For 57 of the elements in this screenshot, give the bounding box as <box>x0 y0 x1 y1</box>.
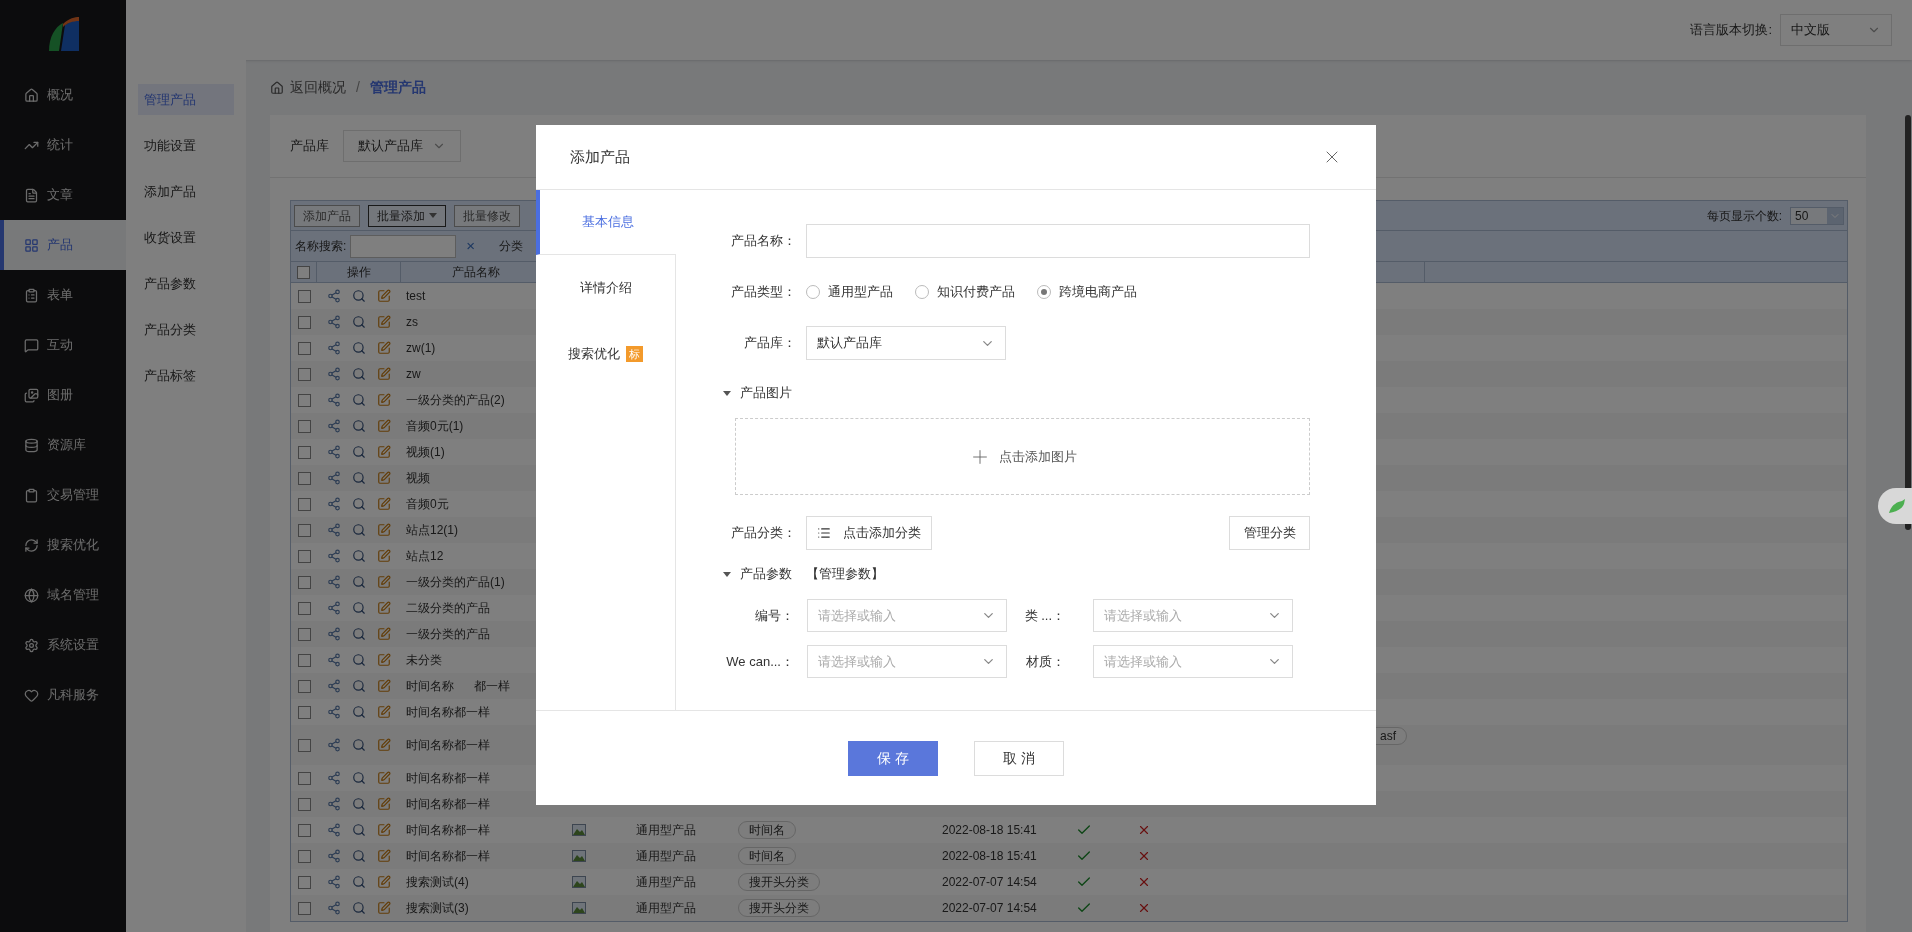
section-title: 产品图片 <box>740 384 792 403</box>
column-header: 操作 <box>346 264 371 281</box>
product-name: 视频(1) <box>406 445 445 459</box>
product-name: test <box>406 289 426 303</box>
product-type: 通用型产品 <box>636 849 696 863</box>
product-name: 一级分类的产品(1) <box>406 575 505 589</box>
product-name: 时间名称都一样 <box>406 771 490 785</box>
filter-label: 产品库 <box>290 137 329 156</box>
product-name: 搜索测试(4) <box>406 875 469 889</box>
product-name: 时间名称都一样 <box>406 823 490 837</box>
category-tag: 时间名 <box>738 821 796 839</box>
product-name: 站点12 <box>406 549 444 563</box>
product-type: 通用型产品 <box>636 901 696 915</box>
tab-badge: 标 <box>626 346 643 362</box>
product-name: 站点12(1) <box>406 523 458 537</box>
category-tag: 时间名 <box>738 847 796 865</box>
page-size-label: 每页显示个数: <box>1706 207 1782 225</box>
category-label: 分类 <box>499 238 524 255</box>
dialog-title: 添加产品 <box>570 146 630 167</box>
param-label: 编号： <box>754 606 794 625</box>
product-name: 时间名称都一样 <box>406 738 490 752</box>
field-label: 产品分类： <box>730 524 796 543</box>
product-name: 视频 <box>406 471 430 485</box>
breadcrumb-current: 管理产品 <box>369 78 426 97</box>
product-name: 未分类 <box>406 653 442 667</box>
product-name: zs <box>406 315 418 329</box>
product-name: 时间名称都一样 <box>406 797 490 811</box>
field-label: 产品库： <box>743 334 796 353</box>
product-type: 通用型产品 <box>636 823 696 837</box>
category-tag: 搜开头分类 <box>738 899 820 917</box>
date-text: 2022-07-07 14:54 <box>942 901 1037 915</box>
product-name: 一级分类的产品(2) <box>406 393 505 407</box>
product-name: 一级分类的产品 <box>406 627 490 641</box>
column-header: 产品名称 <box>451 264 500 281</box>
category-tag: 搜开头分类 <box>738 873 820 891</box>
product-name: 二级分类的产品 <box>406 601 490 615</box>
product-name: 音频0元 <box>406 497 449 511</box>
product-name: 时间名称都一样 <box>406 849 490 863</box>
breadcrumb-separator: / <box>355 78 361 97</box>
product-name: 时间名称 都一样 <box>406 679 510 693</box>
field-label: 产品类型： <box>730 283 796 302</box>
product-name: zw <box>406 367 421 381</box>
product-name: 搜索测试(3) <box>406 901 469 915</box>
param-label: 材质： <box>1025 652 1065 671</box>
search-label: 名称搜索: <box>295 238 347 255</box>
field-label: 产品名称： <box>730 232 796 251</box>
date-text: 2022-07-07 14:54 <box>942 875 1037 889</box>
param-label: We can...： <box>725 652 794 671</box>
date-text: 2022-08-18 15:41 <box>942 849 1037 863</box>
section-title: 产品参数 <box>740 565 792 584</box>
date-text: 2022-08-18 15:41 <box>942 823 1037 837</box>
product-name: 时间名称都一样 <box>406 705 490 719</box>
param-label: 类 ...： <box>1023 606 1065 625</box>
product-name: 音频0元(1) <box>406 419 464 433</box>
product-type: 通用型产品 <box>636 875 696 889</box>
language-label: 语言版本切换: <box>1690 21 1772 40</box>
product-name: zw(1) <box>406 341 436 355</box>
